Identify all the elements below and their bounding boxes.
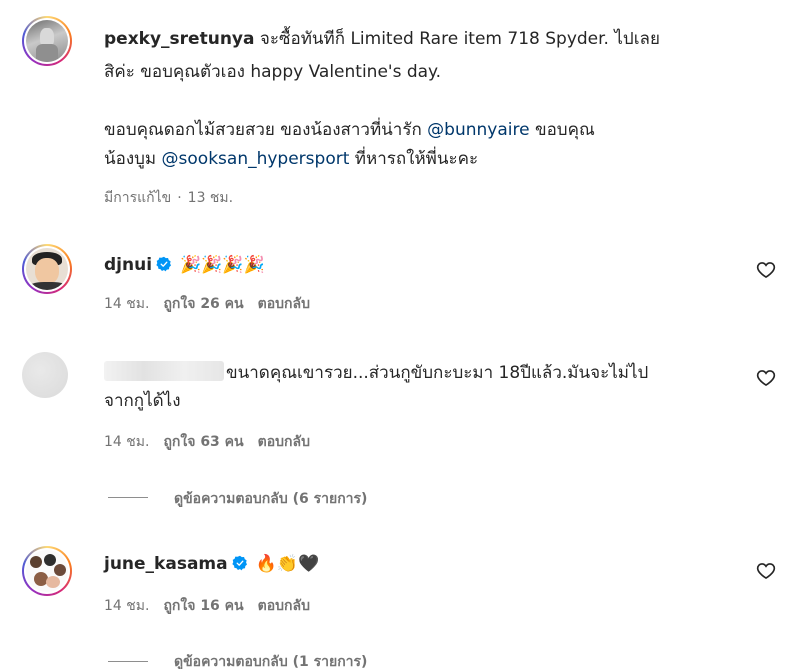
comment-emoji: 🎉🎉🎉🎉 (180, 255, 265, 275)
mention-link[interactable]: @sooksan_hypersport (162, 149, 350, 169)
comment-meta: 14 ชม. ถูกใจ 63 คน ตอบกลับ (104, 431, 324, 453)
comment-emoji: 🔥👏🖤 (255, 554, 320, 574)
edited-label: มีการแก้ไข (104, 190, 172, 206)
comment-text: จากกูได้ไง (104, 390, 181, 412)
caption-text: สิค่ะ ขอบคุณตัวเอง (104, 62, 251, 82)
replies-divider (108, 661, 148, 662)
caption-line-4: น้องบูม @sooksan_hypersport ที่หารถให้พี… (104, 148, 478, 170)
comment-username[interactable]: june_kasama (104, 554, 228, 574)
reply-button[interactable]: ตอบกลับ (258, 296, 310, 312)
caption-text: ไปเลย (614, 29, 660, 49)
heart-outline-icon[interactable] (756, 561, 776, 581)
comment-text: ขนาดคุณเขารวย...ส่วนกูขับกะบะมา 18ปีแล้ว… (104, 361, 648, 384)
comment-avatar[interactable] (22, 546, 72, 596)
comment-body: จากกูได้ไง (104, 391, 181, 411)
comment-time[interactable]: 14 ชม. (104, 434, 149, 450)
verified-badge-icon (231, 555, 247, 571)
comment-likes[interactable]: ถูกใจ 16 คน (163, 598, 243, 614)
comment-meta: 14 ชม. ถูกใจ 26 คน ตอบกลับ (104, 293, 324, 315)
comment-avatar[interactable] (22, 244, 72, 294)
comment-likes[interactable]: ถูกใจ 63 คน (163, 434, 243, 450)
comment-likes[interactable]: ถูกใจ 26 คน (163, 296, 243, 312)
reply-button[interactable]: ตอบกลับ (258, 434, 310, 450)
comment-text: djnui 🎉🎉🎉🎉 (104, 254, 265, 276)
comment-meta: 14 ชม. ถูกใจ 16 คน ตอบกลับ (104, 595, 324, 617)
caption-line-2: สิค่ะ ขอบคุณตัวเอง happy Valentine's day… (104, 61, 441, 83)
heart-outline-icon[interactable] (756, 260, 776, 280)
caption-text: จะซื้อทันทีก็ Limited Rare item 718 Spyd… (254, 29, 615, 49)
comment-avatar[interactable] (22, 352, 68, 398)
verified-badge-icon (156, 256, 172, 272)
comment-text: june_kasama 🔥👏🖤 (104, 553, 319, 575)
reply-button[interactable]: ตอบกลับ (258, 598, 310, 614)
replies-divider (108, 497, 148, 498)
caption-text: ขอบคุณ (529, 120, 595, 140)
comment-username[interactable]: djnui (104, 255, 152, 275)
comment-time[interactable]: 14 ชม. (104, 598, 149, 614)
post-time[interactable]: 13 ชม. (188, 190, 233, 206)
comment-username-blurred[interactable] (104, 361, 224, 381)
mention-link[interactable]: @bunnyaire (427, 120, 529, 140)
post-author-username[interactable]: pexky_sretunya (104, 29, 254, 49)
caption-text: ขอบคุณดอกไม้สวยสวย ของน้องสาวที่น่ารัก (104, 120, 428, 140)
view-replies-button[interactable]: ดูข้อความตอบกลับ (1 รายการ) (174, 651, 367, 669)
separator-dot: · (177, 190, 182, 206)
comment-body: ขนาดคุณเขารวย...ส่วนกูขับกะบะมา 18ปีแล้ว… (226, 363, 649, 383)
heart-outline-icon[interactable] (756, 368, 776, 388)
caption-text: น้องบูม (104, 149, 162, 169)
caption-text: ที่หารถให้พี่นะคะ (349, 149, 479, 169)
caption-meta: มีการแก้ไข · 13 ชม. (104, 187, 247, 209)
view-replies-button[interactable]: ดูข้อความตอบกลับ (6 รายการ) (174, 488, 367, 510)
post-author-avatar[interactable] (22, 16, 72, 66)
caption-text: happy Valentine's day. (250, 62, 442, 82)
caption-line-1: pexky_sretunya จะซื้อทันทีก็ Limited Rar… (104, 28, 660, 50)
comment-time[interactable]: 14 ชม. (104, 296, 149, 312)
caption-line-3: ขอบคุณดอกไม้สวยสวย ของน้องสาวที่น่ารัก @… (104, 119, 595, 141)
